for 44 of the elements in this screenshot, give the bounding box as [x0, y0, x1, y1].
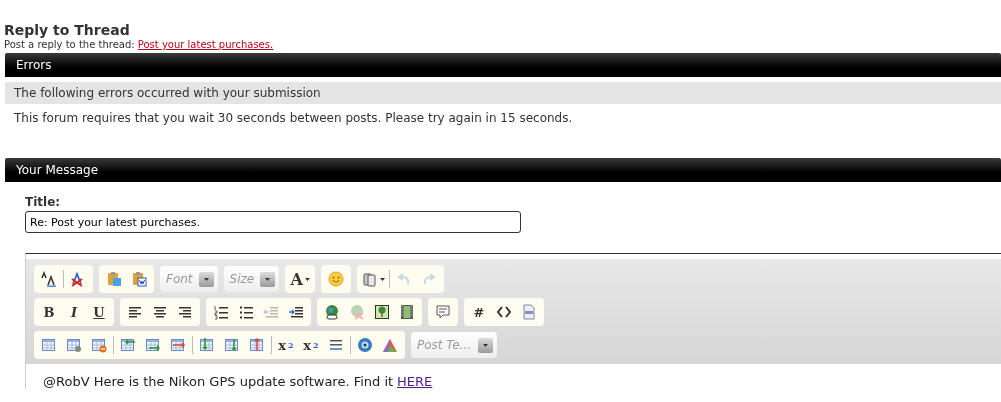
clipboard-icon	[106, 271, 122, 287]
error-message: This forum requires that you wait 30 seconds between posts. Please try again in 15 seconds.	[14, 111, 573, 125]
underline-button[interactable]: U	[88, 301, 110, 323]
smiley-icon	[328, 271, 345, 287]
speech-bubble-icon	[435, 304, 451, 320]
errors-subheader: The following errors occurred with your submission	[5, 82, 1001, 104]
title-field[interactable]: Re: Post your latest purchases.	[25, 211, 521, 233]
indent-icon	[288, 304, 304, 320]
caret-icon	[203, 277, 209, 281]
caret-icon	[265, 277, 271, 281]
clipboard-document-icon	[131, 271, 147, 287]
post-text: @RobV Here is the Nikon GPS update software. Find it HERE	[43, 374, 433, 389]
text-size-icon	[41, 271, 57, 287]
globe-unlink-icon	[349, 304, 365, 320]
link[interactable]: HERE	[397, 374, 433, 389]
thread-subtitle: Post a reply to the thread: Post your latest purchases.	[4, 39, 275, 51]
caret-icon	[482, 343, 488, 347]
image-icon	[374, 304, 390, 320]
colorful-icon	[382, 337, 398, 353]
panel-header: Errors	[5, 53, 1001, 77]
page-title: Reply to Thread	[4, 22, 131, 39]
align-center-icon	[152, 304, 168, 320]
italic-button[interactable]: I	[63, 301, 85, 323]
bullet-list-icon	[238, 304, 254, 320]
field-label: Title:	[25, 195, 62, 209]
align-right-icon	[177, 304, 193, 320]
redo-icon	[421, 271, 438, 287]
panel-header: Your Message	[5, 158, 1001, 182]
align-left-icon	[127, 304, 143, 320]
table-delete-icon	[91, 337, 107, 353]
film-icon	[399, 304, 415, 320]
thread-link[interactable]: Post your latest purchases.	[137, 39, 274, 50]
bold-button[interactable]: B	[38, 301, 60, 323]
speaker-icon	[357, 337, 373, 353]
table-icon	[41, 337, 57, 353]
caret-icon	[304, 277, 310, 281]
caret-icon	[380, 277, 386, 281]
globe-link-icon	[324, 304, 340, 320]
document-icon	[521, 304, 537, 320]
numbered-list-icon	[213, 304, 229, 320]
code-icon	[496, 304, 512, 320]
horizontal-rule-icon	[328, 337, 344, 353]
table-settings-icon	[66, 337, 82, 353]
outdent-icon	[263, 304, 279, 320]
